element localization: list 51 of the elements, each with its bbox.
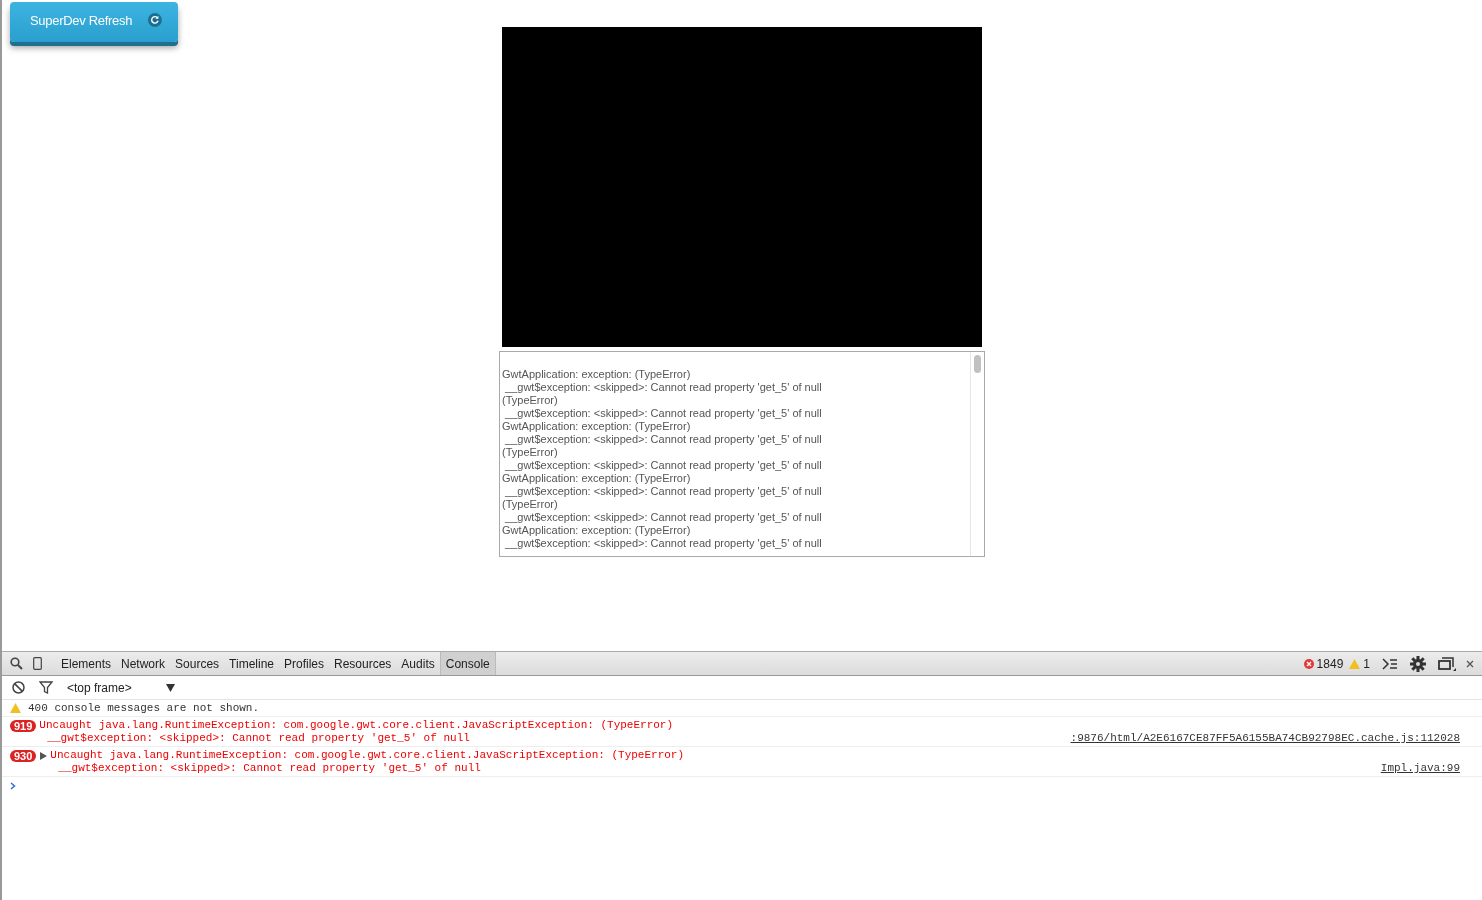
console-drawer-icon[interactable] bbox=[1382, 657, 1398, 670]
message-text: Uncaught java.lang.RuntimeException: com.google.gwt.core.client.JavaScriptException: (TypeError) bbox=[39, 719, 675, 732]
message-text: 400 console messages are not shown. bbox=[28, 702, 261, 715]
close-icon[interactable] bbox=[1466, 659, 1474, 668]
panel-tab[interactable]: Sources bbox=[170, 652, 225, 675]
filter-icon[interactable] bbox=[39, 681, 53, 694]
search-icon[interactable] bbox=[10, 657, 23, 670]
clear-icon[interactable] bbox=[12, 681, 25, 694]
panel-tab[interactable]: Network bbox=[116, 652, 171, 675]
log-line: (TypeError) bbox=[502, 498, 559, 511]
panel-tab[interactable]: Elements bbox=[56, 652, 117, 675]
warning-icon bbox=[1349, 658, 1361, 669]
log-line: __gwt$exception: <skipped>: Cannot read property 'get_5' of null bbox=[504, 459, 823, 472]
dropdown-arrow-icon bbox=[165, 683, 175, 692]
source-link[interactable]: :9876/html/A2E6167CE87FF5A6155BA74CB92798EC.cache.js:112028 bbox=[1070, 732, 1460, 745]
log-line: (TypeError) bbox=[502, 446, 559, 459]
panel-tab[interactable]: Timeline bbox=[224, 652, 279, 675]
log-line: GwtApplication: exception: (TypeError) bbox=[502, 420, 692, 433]
dock-window-icon[interactable] bbox=[1438, 656, 1456, 671]
log-line: __gwt$exception: <skipped>: Cannot read property 'get_5' of null bbox=[504, 433, 823, 446]
log-line: __gwt$exception: <skipped>: Cannot read property 'get_5' of null bbox=[504, 537, 823, 550]
panel-tab[interactable]: Audits bbox=[396, 652, 440, 675]
settings-icon[interactable] bbox=[1410, 655, 1426, 672]
log-line: __gwt$exception: <skipped>: Cannot read property 'get_5' of null bbox=[504, 381, 823, 394]
prompt-chevron-icon bbox=[10, 782, 16, 790]
message-text: __gwt$exception: <skipped>: Cannot read property 'get_5' of null bbox=[57, 762, 482, 775]
message-text: __gwt$exception: <skipped>: Cannot read property 'get_5' of null bbox=[46, 732, 471, 745]
context-dropdown[interactable]: <top frame> bbox=[67, 680, 175, 695]
log-line: GwtApplication: exception: (TypeError) bbox=[502, 472, 692, 485]
log-line: GwtApplication: exception: (TypeError) bbox=[502, 368, 692, 381]
source-link[interactable]: Impl.java:99 bbox=[1380, 762, 1460, 775]
log-line: (TypeError) bbox=[502, 394, 559, 407]
message-text: Uncaught java.lang.RuntimeException: com.google.gwt.core.client.JavaScriptException: (TypeError) bbox=[50, 749, 686, 762]
panel-tab[interactable]: Console bbox=[439, 652, 496, 675]
warning-count[interactable]: 1 bbox=[1363, 656, 1370, 671]
log-line: __gwt$exception: <skipped>: Cannot read property 'get_5' of null bbox=[504, 407, 823, 420]
mobile-device-icon[interactable] bbox=[33, 657, 42, 670]
refresh-icon bbox=[148, 11, 162, 29]
error-icon bbox=[1303, 658, 1314, 669]
log-line: GwtApplication: exception: (TypeError) bbox=[502, 524, 692, 537]
error-count[interactable]: 1849 bbox=[1316, 656, 1344, 671]
log-text-area[interactable] bbox=[499, 351, 985, 557]
warning-icon bbox=[10, 703, 21, 713]
panel-tab[interactable]: Resources bbox=[329, 652, 397, 675]
repeat-count-badge: 919 bbox=[10, 720, 37, 732]
log-line: __gwt$exception: <skipped>: Cannot read property 'get_5' of null bbox=[504, 485, 823, 498]
expand-triangle-icon[interactable] bbox=[40, 752, 48, 760]
scrollbar[interactable] bbox=[970, 352, 984, 556]
panel-tab[interactable]: Profiles bbox=[279, 652, 329, 675]
repeat-count-badge: 930 bbox=[10, 750, 37, 762]
log-line: __gwt$exception: <skipped>: Cannot read property 'get_5' of null bbox=[504, 511, 823, 524]
